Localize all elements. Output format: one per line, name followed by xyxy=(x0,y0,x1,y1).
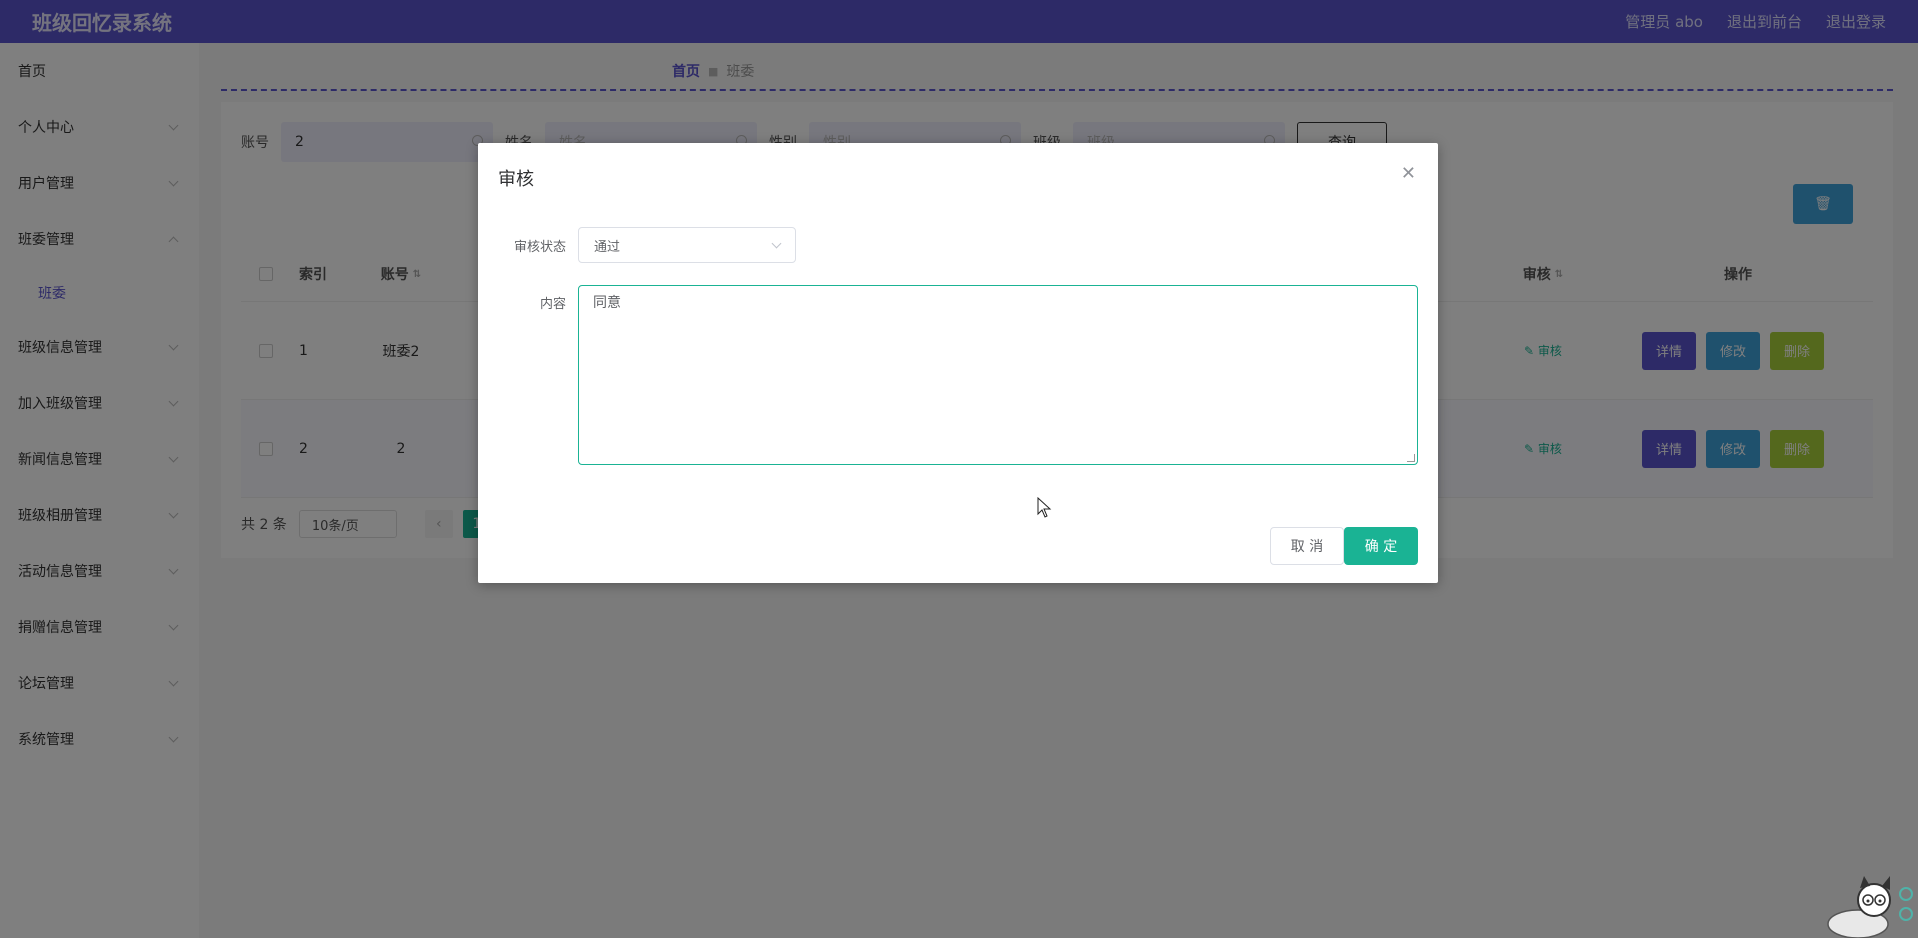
chevron-down-icon xyxy=(771,238,782,248)
cancel-button[interactable]: 取 消 xyxy=(1270,527,1344,565)
mascot-icon xyxy=(1827,876,1913,938)
content-value: 同意 xyxy=(593,295,621,311)
cancel-label: 取 消 xyxy=(1290,539,1324,555)
content-textarea[interactable]: 同意 xyxy=(578,285,1418,465)
close-icon[interactable]: ✕ xyxy=(1401,163,1416,184)
content-row: 内容 同意 xyxy=(498,285,1418,465)
mouse-cursor-icon xyxy=(1037,497,1052,518)
status-row: 审核状态 通过 xyxy=(498,227,796,263)
confirm-button[interactable]: 确 定 xyxy=(1344,527,1418,565)
status-select[interactable]: 通过 xyxy=(578,227,796,263)
status-value: 通过 xyxy=(594,239,621,255)
status-label: 审核状态 xyxy=(513,239,566,255)
audit-dialog: 审核 ✕ 审核状态 通过 内容 同意 取 消 确 定 xyxy=(478,143,1438,583)
content-label: 内容 xyxy=(539,297,566,312)
resize-handle-icon[interactable] xyxy=(1407,454,1415,462)
dialog-title: 审核 xyxy=(498,169,534,190)
dialog-footer: 取 消 确 定 xyxy=(1270,527,1418,565)
confirm-label: 确 定 xyxy=(1364,539,1398,555)
